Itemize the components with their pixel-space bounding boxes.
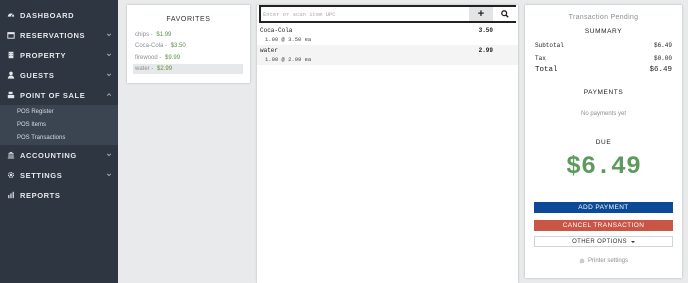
upc-search-box: + [259,5,517,23]
chevron-down-icon [106,33,112,37]
favorite-item[interactable]: firewood - $9.99 [133,53,243,63]
favorite-item[interactable]: chips - $1.99 [133,30,243,40]
payments-title: PAYMENTS [583,89,624,96]
chevron-down-icon [106,73,112,77]
gear-icon [579,258,585,264]
favorite-name: water [135,66,150,72]
subnav-pos-items[interactable]: POS Items [17,122,46,128]
nav-accounting[interactable]: ACCOUNTING [0,145,118,165]
total-row: Total $6.49 [535,66,672,74]
subtotal-value: $6.49 [653,42,672,49]
printer-settings-label: Printer settings [587,258,629,264]
summary-title: SUMMARY [584,28,623,35]
bar-chart-icon [7,191,15,199]
favorite-separator: - [163,43,169,49]
nav-label: SETTINGS [20,170,63,180]
subtotal-row: Subtotal $6.49 [535,42,672,49]
nav-dashboard[interactable]: DASHBOARD [0,5,118,25]
line-item-name: water [260,47,279,54]
total-value: $6.49 [649,66,672,74]
dashboard-icon [7,11,15,19]
pos-subnav: POS Register POS Items POS Transactions [0,105,118,145]
nav-settings[interactable]: SETTINGS [0,165,118,185]
tax-value: $0.00 [653,55,672,62]
favorite-separator: - [149,66,156,72]
add-payment-button[interactable]: ADD PAYMENT [534,202,673,213]
due-amount: $6.49 [565,152,641,181]
chevron-down-icon [106,153,112,157]
favorites-title: FAVORITES [166,16,211,23]
favorite-price: $9.99 [165,55,181,61]
nav-reports[interactable]: REPORTS [0,185,118,205]
nav-property[interactable]: PROPERTY [0,45,118,65]
favorite-item[interactable]: Coca-Cola - $3.50 [133,41,243,51]
favorite-item-selected[interactable]: water - $2.99 [133,64,243,74]
printer-settings-link[interactable]: Printer settings [525,258,682,264]
favorite-separator: - [149,32,155,38]
transaction-line[interactable]: Coca-Cola 1.00 @ 3.50 ea 3.50 [257,25,518,45]
bank-icon [7,151,15,159]
line-item-name: Coca-Cola [260,27,293,34]
nav-label: GUESTS [20,70,55,80]
other-options-dropdown[interactable]: OTHER OPTIONS [534,236,673,247]
no-payments-text: No payments yet [580,111,627,117]
search-button[interactable] [493,7,517,21]
gear-icon [7,171,15,179]
tax-label: Tax [535,55,546,62]
line-item-price: 2.99 [478,47,493,54]
favorite-price: $1.99 [156,32,172,38]
cash-register-icon [7,91,15,99]
caret-down-icon [630,240,635,243]
line-item-price: 3.50 [478,27,493,34]
line-item-quantity: 1.00 @ 2.99 ea [265,56,312,63]
cancel-transaction-button[interactable]: CANCEL TRANSACTION [534,220,673,231]
transaction-status: Transaction Pending [568,14,639,21]
calendar-icon [7,31,15,39]
line-item-quantity: 1.00 @ 3.50 ea [265,36,312,43]
subnav-pos-register[interactable]: POS Register [17,109,54,115]
nav-reservations[interactable]: RESERVATIONS [0,25,118,45]
nav-label: RESERVATIONS [20,30,86,40]
due-title: DUE [595,139,612,146]
nav-label: REPORTS [20,190,61,200]
transaction-line[interactable]: water 1.00 @ 2.99 ea 2.99 [257,45,518,65]
sidebar: DASHBOARD RESERVATIONS PROPERTY GUESTS P… [0,0,118,283]
chevron-down-icon [106,173,112,177]
nav-point-of-sale[interactable]: POINT OF SALE [0,85,118,105]
nav-label: ACCOUNTING [20,150,77,160]
favorite-separator: - [157,55,164,61]
subnav-pos-transactions[interactable]: POS Transactions [17,135,65,141]
nav-label: DASHBOARD [20,10,75,20]
tax-row: Tax $0.00 [535,55,672,62]
favorites-card: FAVORITES chips - $1.99 Coca-Cola - $3.5… [127,5,250,83]
favorite-price: $3.50 [170,43,186,49]
favorite-price: $2.99 [157,66,173,72]
building-icon [7,51,15,59]
subtotal-label: Subtotal [535,42,564,49]
chevron-up-icon [106,93,112,96]
chevron-down-icon [106,53,112,57]
plus-icon: + [477,8,485,20]
add-item-button[interactable]: + [469,7,493,21]
user-icon [7,71,15,79]
nav-guests[interactable]: GUESTS [0,65,118,85]
favorite-name: firewood [135,55,158,61]
nav-label: PROPERTY [20,50,67,60]
summary-panel: Transaction Pending SUMMARY Subtotal $6.… [525,5,682,278]
search-icon [501,10,509,18]
transaction-panel: + Coca-Cola 1.00 @ 3.50 ea 3.50 water 1.… [257,5,518,283]
other-options-label: OTHER OPTIONS [572,238,627,245]
favorite-name: chips [135,32,150,38]
upc-search-input[interactable] [263,8,463,20]
nav-label: POINT OF SALE [20,90,86,100]
favorite-name: Coca-Cola [135,43,164,49]
total-label: Total [535,66,558,74]
